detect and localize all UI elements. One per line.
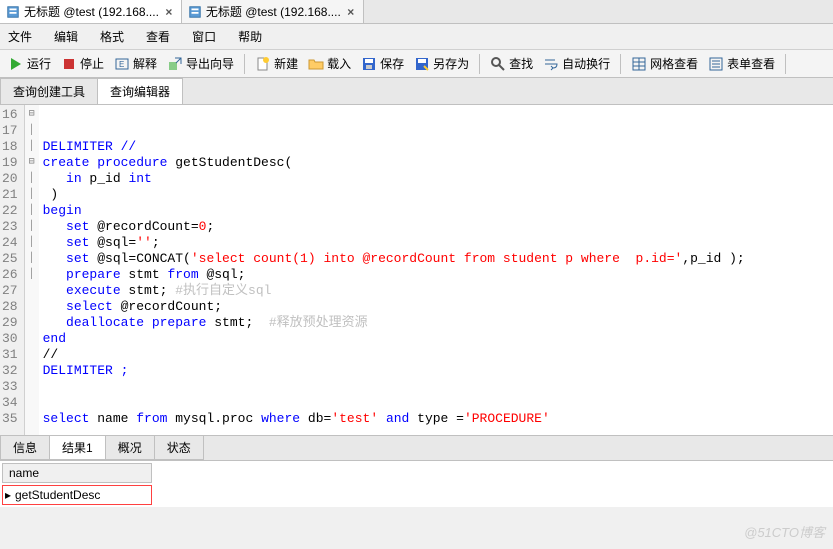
result-tabs: 信息 结果1 概况 状态 xyxy=(0,435,833,461)
folder-icon xyxy=(308,56,324,72)
menu-format[interactable]: 格式 xyxy=(100,28,124,45)
editor-tabs: 查询创建工具 查询编辑器 xyxy=(0,78,833,105)
close-icon[interactable]: × xyxy=(163,5,175,19)
tab-query-editor[interactable]: 查询编辑器 xyxy=(97,78,183,104)
separator xyxy=(785,54,786,74)
menu-window[interactable]: 窗口 xyxy=(192,28,216,45)
save-button[interactable]: 保存 xyxy=(357,53,408,74)
saveas-icon xyxy=(414,56,430,72)
play-icon xyxy=(8,56,24,72)
find-button[interactable]: 查找 xyxy=(486,53,537,74)
new-button[interactable]: 新建 xyxy=(251,53,302,74)
menu-file[interactable]: 文件 xyxy=(8,28,32,45)
separator xyxy=(479,54,480,74)
column-header[interactable]: name xyxy=(2,463,152,483)
file-tab-2[interactable]: 无标题 @test (192.168.... × xyxy=(182,0,364,23)
tab-profile[interactable]: 概况 xyxy=(105,436,155,460)
export-icon xyxy=(167,56,183,72)
menu-edit[interactable]: 编辑 xyxy=(54,28,78,45)
tab-query-builder[interactable]: 查询创建工具 xyxy=(0,78,98,104)
menu-help[interactable]: 帮助 xyxy=(238,28,262,45)
query-icon xyxy=(188,5,202,19)
formview-button[interactable]: 表单查看 xyxy=(704,53,779,74)
search-icon xyxy=(490,56,506,72)
tab-status[interactable]: 状态 xyxy=(154,436,204,460)
new-icon xyxy=(255,56,271,72)
code-area[interactable]: DELIMITER //create procedure getStudentD… xyxy=(39,105,749,435)
gridview-button[interactable]: 网格查看 xyxy=(627,53,702,74)
file-tab-label: 无标题 @test (192.168.... xyxy=(24,3,159,20)
form-icon xyxy=(708,56,724,72)
code-editor[interactable]: 1617181920212223242526272829303132333435… xyxy=(0,105,833,435)
menu-bar: 文件 编辑 格式 查看 窗口 帮助 xyxy=(0,24,833,50)
file-tab-1[interactable]: 无标题 @test (192.168.... × xyxy=(0,0,182,23)
wrap-icon xyxy=(543,56,559,72)
explain-icon: E xyxy=(114,56,130,72)
file-tabs-bar: 无标题 @test (192.168.... × 无标题 @test (192.… xyxy=(0,0,833,24)
svg-text:E: E xyxy=(119,60,124,69)
tab-info[interactable]: 信息 xyxy=(0,436,50,460)
explain-button[interactable]: E解释 xyxy=(110,53,161,74)
grid-icon xyxy=(631,56,647,72)
saveas-button[interactable]: 另存为 xyxy=(410,53,473,74)
menu-view[interactable]: 查看 xyxy=(146,28,170,45)
toolbar: 运行 停止 E解释 导出向导 新建 载入 保存 另存为 查找 自动换行 网格查看… xyxy=(0,50,833,78)
close-icon[interactable]: × xyxy=(345,5,357,19)
cell-value: getStudentDesc xyxy=(15,488,100,502)
stop-button[interactable]: 停止 xyxy=(57,53,108,74)
stop-icon xyxy=(61,56,77,72)
separator xyxy=(244,54,245,74)
run-button[interactable]: 运行 xyxy=(4,53,55,74)
row-marker-icon: ▸ xyxy=(5,488,15,502)
separator xyxy=(620,54,621,74)
result-grid: name ▸ getStudentDesc xyxy=(0,461,833,507)
watermark: @51CTO博客 xyxy=(744,522,825,541)
file-tab-label: 无标题 @test (192.168.... xyxy=(206,3,341,20)
tab-result1[interactable]: 结果1 xyxy=(49,436,106,460)
export-button[interactable]: 导出向导 xyxy=(163,53,238,74)
load-button[interactable]: 载入 xyxy=(304,53,355,74)
save-icon xyxy=(361,56,377,72)
autowrap-button[interactable]: 自动换行 xyxy=(539,53,614,74)
fold-gutter: ⊟││⊟│││││││ xyxy=(25,105,39,435)
result-row[interactable]: ▸ getStudentDesc xyxy=(2,485,152,505)
query-icon xyxy=(6,5,20,19)
line-number-gutter: 1617181920212223242526272829303132333435 xyxy=(0,105,25,435)
